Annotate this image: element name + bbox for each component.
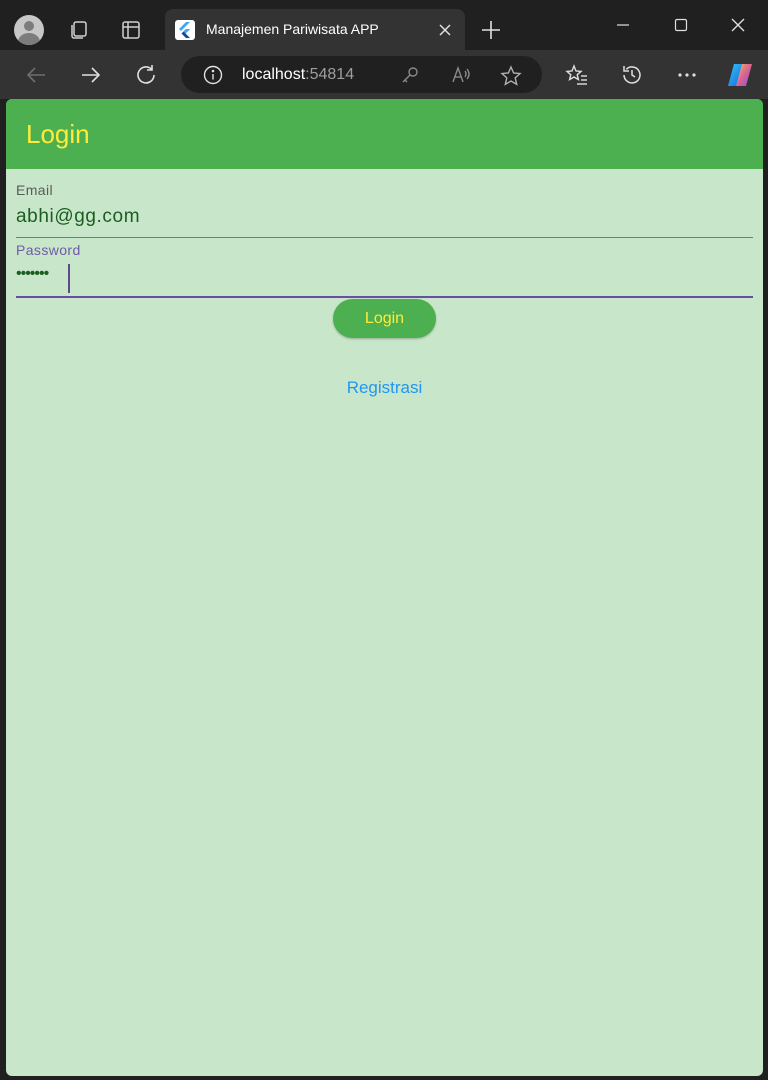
password-field[interactable]: ••••••• xyxy=(16,265,49,283)
more-options-icon[interactable] xyxy=(674,62,700,88)
minimize-icon[interactable] xyxy=(605,10,641,40)
browser-toolbar: localhost:54814 xyxy=(0,50,768,99)
text-cursor xyxy=(68,264,70,293)
password-label: Password xyxy=(16,242,81,258)
browser-titlebar: Manajemen Pariwisata APP xyxy=(0,0,768,50)
back-icon[interactable] xyxy=(23,62,49,88)
favorites-icon[interactable] xyxy=(564,62,590,88)
workspaces-icon[interactable] xyxy=(67,18,91,42)
close-window-icon[interactable] xyxy=(720,10,756,40)
page-title: Login xyxy=(26,119,90,149)
flutter-favicon-icon xyxy=(175,20,195,40)
new-tab-icon[interactable] xyxy=(479,18,503,42)
register-link[interactable]: Registrasi xyxy=(6,378,763,398)
copilot-icon[interactable] xyxy=(725,60,755,90)
login-button[interactable]: Login xyxy=(333,299,436,338)
url-text: localhost:54814 xyxy=(242,66,355,83)
close-tab-icon[interactable] xyxy=(436,21,454,39)
forward-icon[interactable] xyxy=(78,62,104,88)
vertical-tabs-icon[interactable] xyxy=(119,18,143,42)
email-field[interactable]: abhi@gg.com xyxy=(16,206,140,228)
password-key-icon[interactable] xyxy=(400,65,420,85)
tab-title: Manajemen Pariwisata APP xyxy=(206,21,379,37)
address-bar[interactable]: localhost:54814 xyxy=(181,56,542,93)
active-tab[interactable]: Manajemen Pariwisata APP xyxy=(165,9,465,50)
email-field-underline xyxy=(16,237,753,238)
site-info-icon[interactable] xyxy=(203,65,223,85)
history-icon[interactable] xyxy=(619,62,645,88)
profile-avatar-icon[interactable] xyxy=(14,15,44,45)
read-aloud-icon[interactable] xyxy=(451,65,471,85)
refresh-icon[interactable] xyxy=(133,62,159,88)
maximize-icon[interactable] xyxy=(663,10,699,40)
app-bar: Login xyxy=(6,99,763,169)
page-viewport: Login Email abhi@gg.com Password •••••••… xyxy=(6,99,763,1076)
email-label: Email xyxy=(16,182,54,198)
favorite-star-icon[interactable] xyxy=(500,65,522,86)
password-field-underline xyxy=(16,296,753,298)
